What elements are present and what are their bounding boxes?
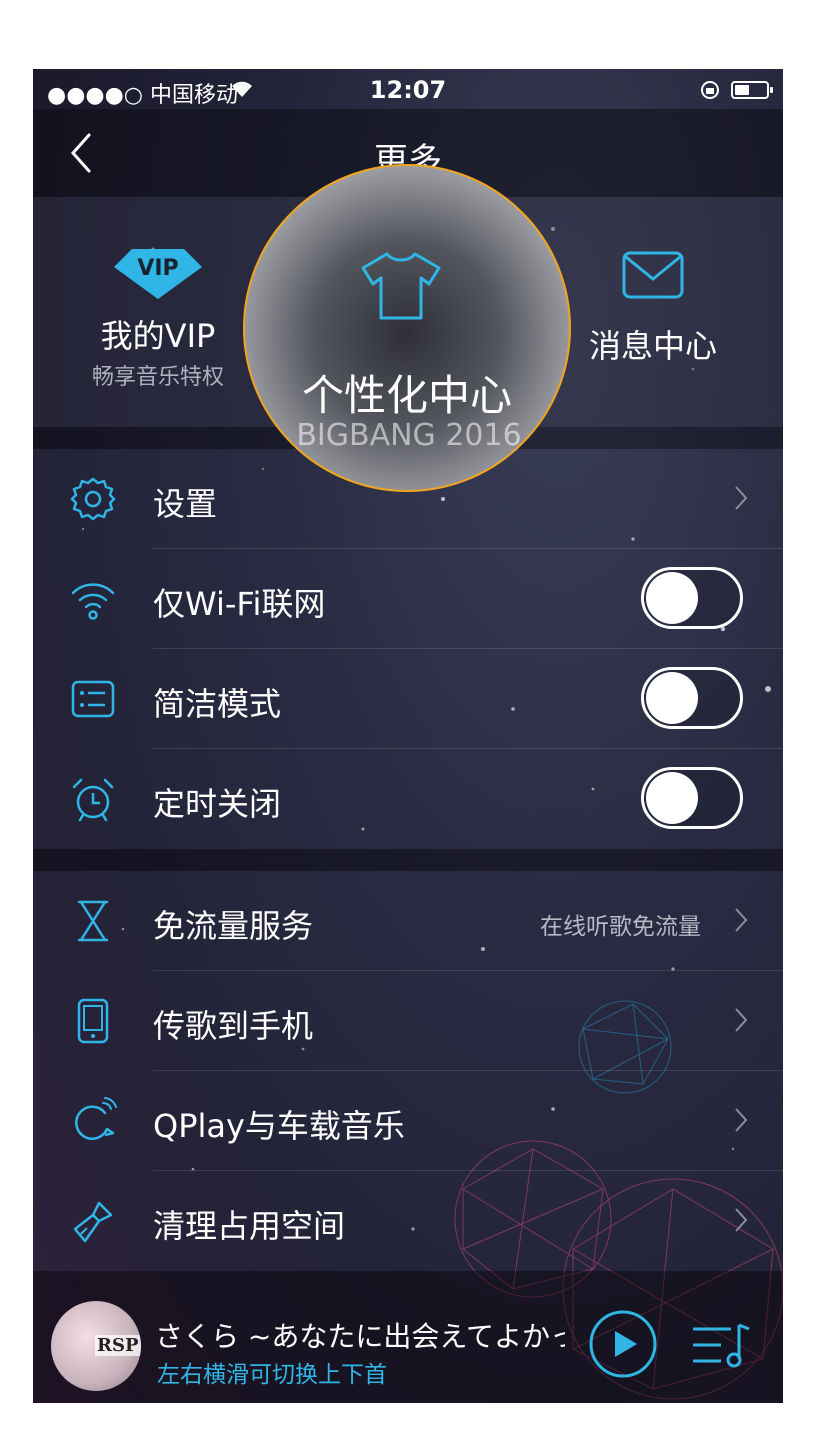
song-title: さくら ~あなたに出会えてよかった~ [155, 1320, 565, 1353]
sleep-timer-label: 定时关闭 [153, 785, 282, 823]
simple-mode-row: 简洁模式 [33, 649, 783, 749]
personal-center-sublabel: BIGBANG 2016 [296, 418, 522, 453]
message-center-shortcut[interactable]: 消息中心 [583, 247, 723, 367]
t-shirt-icon [361, 252, 441, 320]
battery-area [699, 79, 773, 101]
transfer-songs-row[interactable]: 传歌到手机 [33, 971, 783, 1071]
chevron-right-icon [735, 1008, 748, 1032]
sleep-timer-toggle[interactable] [641, 767, 743, 829]
clock-time: 12:07 [369, 76, 447, 104]
chevron-right-icon [735, 486, 748, 510]
qplay-row[interactable]: QPlay与车载音乐 [33, 1071, 783, 1171]
settings-label: 设置 [153, 485, 218, 523]
play-button[interactable] [588, 1309, 658, 1379]
vip-shortcut[interactable]: VIP 我的VIP 畅享音乐特权 [83, 245, 233, 391]
wifi-only-toggle[interactable] [641, 567, 743, 629]
settings-section: 设置 仅Wi-Fi联网 简洁模式 定时关闭 [33, 449, 783, 849]
vip-diamond-icon: VIP [114, 249, 202, 299]
sleep-timer-row: 定时关闭 [33, 749, 783, 849]
chevron-right-icon [735, 908, 748, 932]
transfer-songs-label: 传歌到手机 [153, 1007, 314, 1045]
brush-icon [73, 1201, 113, 1243]
free-data-label: 免流量服务 [153, 907, 314, 945]
simple-mode-toggle[interactable] [641, 667, 743, 729]
list-icon [71, 680, 115, 718]
wifi-only-row: 仅Wi-Fi联网 [33, 549, 783, 649]
envelope-icon [622, 251, 684, 299]
rotation-lock-icon [701, 81, 719, 99]
mini-player[interactable]: RSP さくら ~あなたに出会えてよかった~ 左右横滑可切换上下首 [33, 1271, 783, 1403]
playlist-button[interactable] [691, 1321, 751, 1369]
message-center-label: 消息中心 [588, 327, 717, 365]
vip-label: 我的VIP [100, 317, 216, 355]
clean-storage-row[interactable]: 清理占用空间 [33, 1171, 783, 1271]
chevron-right-icon [735, 1108, 748, 1132]
clean-storage-label: 清理占用空间 [153, 1207, 346, 1245]
hourglass-icon [77, 900, 109, 942]
free-data-row[interactable]: 免流量服务 在线听歌免流量 [33, 871, 783, 971]
swipe-tip: 左右横滑可切换上下首 [157, 1362, 387, 1388]
album-cover[interactable]: RSP [51, 1301, 141, 1391]
alarm-clock-icon [72, 778, 114, 822]
wifi-only-label: 仅Wi-Fi联网 [153, 585, 326, 623]
section-gap [33, 849, 783, 871]
personal-center-label: 个性化中心 [301, 371, 512, 420]
svg-text:VIP: VIP [137, 256, 178, 281]
phone-icon [77, 998, 109, 1044]
battery-icon [731, 81, 773, 99]
vip-sublabel: 畅享音乐特权 [91, 365, 224, 390]
simple-mode-label: 简洁模式 [153, 685, 282, 723]
free-data-hint: 在线听歌免流量 [540, 914, 701, 940]
qplay-icon [75, 1097, 117, 1140]
qplay-label: QPlay与车载音乐 [153, 1107, 405, 1145]
gear-icon [70, 477, 116, 521]
album-cover-text: RSP [95, 1335, 141, 1356]
chevron-right-icon [735, 1208, 748, 1232]
services-section: 免流量服务 在线听歌免流量 传歌到手机 QPlay与车载音乐 清理占用空间 [33, 871, 783, 1271]
personal-center-highlight[interactable]: 个性化中心 BIGBANG 2016 [243, 164, 571, 492]
status-bar: ●●●●○ 中国移动 12:07 [33, 69, 783, 109]
wifi-icon [71, 583, 115, 620]
